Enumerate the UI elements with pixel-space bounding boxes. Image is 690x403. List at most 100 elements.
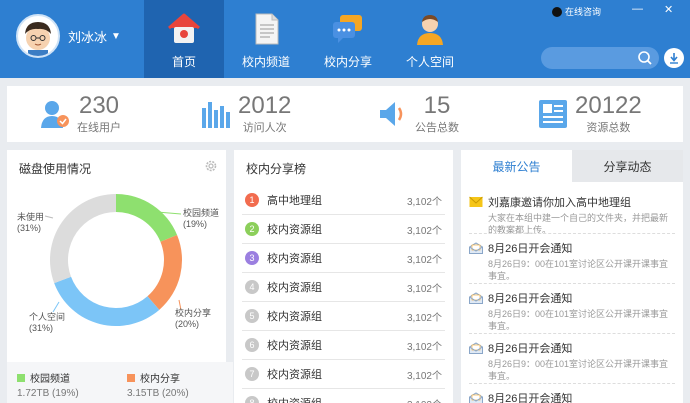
- notice-title[interactable]: 8月26日开会通知: [488, 290, 572, 306]
- donut-slice-campus[interactable]: [116, 194, 178, 242]
- donut-label-unused: 未使用 (31%): [17, 212, 45, 233]
- ranking-row[interactable]: 8 校内资源组3,102个: [242, 389, 445, 403]
- rank-badge: 4: [245, 280, 259, 294]
- rank-group-name[interactable]: 校内资源组: [267, 337, 407, 353]
- envelope-icon: [469, 196, 483, 207]
- tab-share-activity[interactable]: 分享动态: [572, 150, 683, 182]
- legend-item-campus: 校园频道 1.72TB (19%): [17, 374, 79, 399]
- legend-swatch: [127, 374, 135, 382]
- download-button[interactable]: [664, 48, 684, 68]
- ranking-row[interactable]: 1 高中地理组 3,102个: [242, 186, 445, 215]
- donut-leader-line: [52, 301, 60, 313]
- notice-body: 8月26日9：00在101室讨论区公开课开课事宜事宜。: [488, 309, 669, 331]
- ranking-row[interactable]: 5 校内资源组 3,102个: [242, 302, 445, 331]
- ranking-row[interactable]: 2 校内资源组 3,102个: [242, 215, 445, 244]
- disk-legend: 校园频道 1.72TB (19%) 校内分享 3.15TB (20%): [7, 362, 233, 403]
- rank-badge: 2: [245, 222, 259, 236]
- rank-badge: 6: [245, 338, 259, 352]
- notice-item[interactable]: 刘嘉康邀请你加入高中地理组 大家在本组中建一个自己的文件夹，并把最新的教案都上传。: [469, 194, 675, 236]
- username[interactable]: 刘冰冰: [68, 27, 107, 46]
- legend-swatch: [17, 374, 25, 382]
- open-envelope-icon: [469, 292, 483, 304]
- rank-group-name[interactable]: 校内资源组: [267, 366, 407, 382]
- stat-value: 15: [423, 91, 451, 119]
- notice-item[interactable]: 8月26日开会通知 8月26日9：00在101室讨论区公开课开课事宜事宜。: [469, 340, 675, 382]
- chat-share-icon: [333, 15, 362, 43]
- nav-item-personal-space[interactable]: 个人空间: [390, 0, 470, 78]
- rank-count: 3,102个: [406, 341, 442, 353]
- search-icon[interactable]: [637, 50, 653, 66]
- notice-item[interactable]: 8月26日开会通知 8月26日9：00在101室讨论区公开课开课事宜事宜。: [469, 240, 675, 282]
- notice-title[interactable]: 8月26日开会通知: [488, 390, 572, 403]
- rank-count: 3,102个: [407, 396, 442, 403]
- search-box: [541, 47, 659, 69]
- notice-title[interactable]: 8月26日开会通知: [488, 240, 572, 256]
- donut-slice-unused[interactable]: [49, 194, 116, 284]
- notice-tabs: 最新公告 分享动态: [461, 150, 683, 182]
- stat-label: 访问人次: [242, 121, 287, 134]
- top-bar: 刘冰冰 ▼ 首页 校内频道 校内分享 个人空间 在线咨询 — ✕: [0, 0, 690, 78]
- person-icon: [417, 15, 443, 45]
- rank-count: 3,102个: [406, 312, 442, 324]
- nav-label: 校内频道: [241, 55, 290, 69]
- minimize-icon[interactable]: —: [632, 3, 643, 15]
- nav-label: 校内分享: [323, 55, 372, 69]
- donut-slice-personal[interactable]: [54, 276, 160, 326]
- search-input[interactable]: [551, 50, 631, 66]
- legend-item-share: 校内分享 3.15TB (20%): [127, 374, 189, 399]
- chevron-down-icon[interactable]: ▼: [111, 31, 121, 42]
- nav-item-school-channel[interactable]: 校内频道: [226, 0, 306, 78]
- notice-item[interactable]: 8月26日开会通知 8月26日9：00在101室讨论区公开课开课事宜事宜。: [469, 290, 675, 332]
- notice-divider: [469, 233, 675, 234]
- rank-group-name[interactable]: 校内资源组: [267, 308, 407, 324]
- rank-count: 3,102个: [406, 283, 442, 295]
- online-user-icon: [41, 101, 69, 128]
- notice-body: 8月26日9：00在101室讨论区公开课开课事宜事宜。: [488, 259, 669, 281]
- panel-title: 校内分享榜: [246, 162, 307, 176]
- user-menu[interactable]: 刘冰冰 ▼: [16, 14, 121, 58]
- notices-panel: 最新公告 分享动态 刘嘉康邀请你加入高中地理组 大家在本组中建一个自己的文件夹，并…: [461, 150, 683, 403]
- notice-title[interactable]: 刘嘉康邀请你加入高中地理组: [488, 194, 631, 210]
- notice-item[interactable]: 8月26日开会通知: [469, 390, 675, 403]
- disk-usage-panel: 磁盘使用情况 未使用 (31%) 校园频道 (19%) 校内分享 (20%) 个人空间…: [7, 150, 233, 403]
- close-icon[interactable]: ✕: [664, 3, 673, 16]
- ranking-row[interactable]: 7 校内资源组 3,102个: [242, 360, 445, 389]
- rank-count: 3,102个: [406, 254, 442, 266]
- share-ranking-panel: 校内分享榜 1 高中地理组 3,102个 2 校内资源组 3,102个 3 校内资源组 3,10…: [234, 150, 453, 403]
- rank-group-name[interactable]: 校内资源组: [267, 221, 407, 237]
- donut-leader-line: [44, 215, 54, 219]
- ranking-row[interactable]: 3 校内资源组 3,102个: [242, 244, 445, 273]
- rank-count: 3,102个: [406, 225, 442, 237]
- stat-label: 公告总数: [415, 121, 459, 134]
- online-consult-label: 在线咨询: [565, 7, 602, 17]
- rank-group-name[interactable]: 高中地理组: [267, 192, 407, 208]
- rank-group-name[interactable]: 校内资源组: [267, 395, 407, 403]
- rank-badge: 7: [245, 367, 259, 381]
- tab-latest-notices[interactable]: 最新公告: [461, 150, 572, 182]
- rank-group-name[interactable]: 校内资源组: [267, 250, 407, 266]
- stat-notices: 15 公告总数: [377, 86, 459, 142]
- stat-value: 20122: [575, 91, 642, 119]
- notice-title[interactable]: 8月26日开会通知: [488, 340, 572, 356]
- ranking-row[interactable]: 6 校内资源组 3,102个: [242, 331, 445, 360]
- rank-group-name[interactable]: 校内资源组: [267, 279, 407, 295]
- open-envelope-icon: [469, 342, 483, 354]
- donut-slice-share[interactable]: [147, 234, 182, 310]
- stat-label: 在线用户: [77, 121, 121, 134]
- notice-divider: [469, 383, 675, 384]
- stat-value: 2012: [238, 91, 292, 119]
- home-icon: [168, 13, 200, 43]
- online-consult-link[interactable]: 在线咨询: [552, 5, 601, 18]
- rank-count: 3,102个: [406, 370, 442, 382]
- nav-label: 个人空间: [405, 55, 454, 69]
- stat-visits: 2012 访问人次: [200, 86, 291, 142]
- download-icon: [670, 53, 678, 64]
- nav-item-school-share[interactable]: 校内分享: [308, 0, 388, 78]
- nav-label: 首页: [171, 55, 196, 69]
- ranking-row[interactable]: 4 校内资源组 3,102个: [242, 273, 445, 302]
- notice-divider: [469, 333, 675, 334]
- notice-body: 8月26日9：00在101室讨论区公开课开课事宜事宜。: [488, 359, 669, 381]
- nav-item-home[interactable]: 首页: [144, 0, 224, 78]
- avatar[interactable]: [16, 14, 60, 58]
- rank-count: 3,102个: [406, 196, 442, 208]
